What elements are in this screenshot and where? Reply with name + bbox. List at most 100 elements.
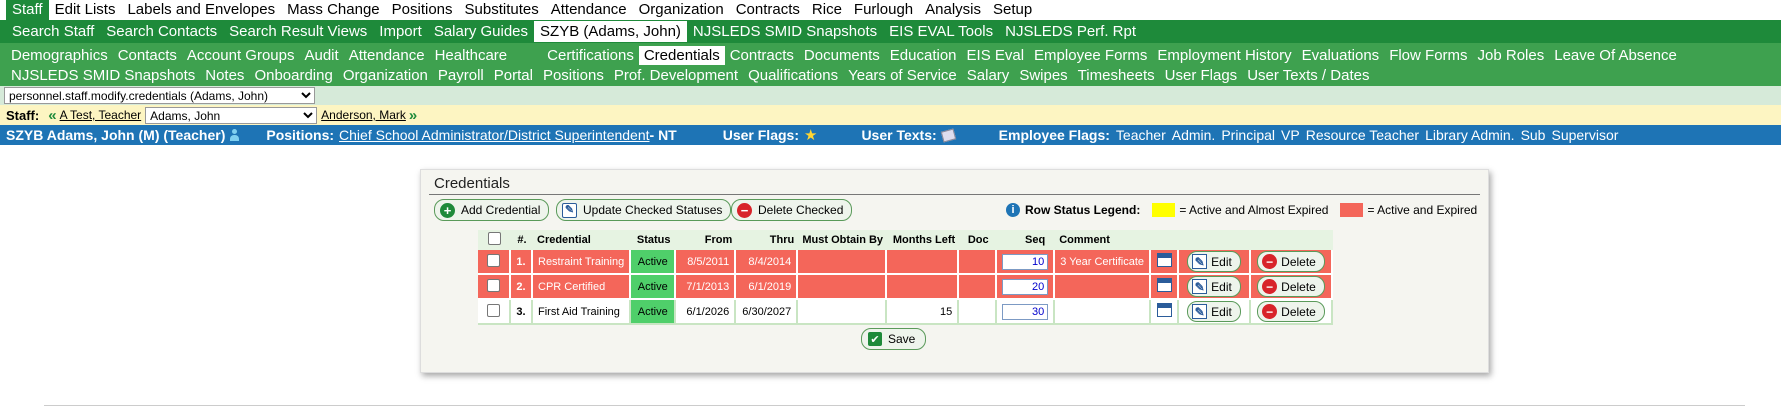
edit-button[interactable]: ✎ Edit [1187, 251, 1241, 272]
tab-payroll[interactable]: Payroll [433, 66, 489, 85]
tab-portal[interactable]: Portal [489, 66, 538, 85]
staff-select[interactable]: Adams, John [145, 106, 318, 124]
tab-education[interactable]: Education [885, 46, 962, 65]
tab-leave-of-absence[interactable]: Leave Of Absence [1549, 46, 1682, 65]
prev-staff-link[interactable]: A Test, Teacher [60, 108, 142, 122]
positions-link[interactable]: Chief School Administrator/District Supe… [339, 127, 649, 143]
tab-search-contacts[interactable]: Search Contacts [100, 21, 223, 42]
tab-certifications[interactable]: Certifications [542, 46, 639, 65]
staff-tabs: Search Staff Search Contacts Search Result… [0, 20, 1781, 43]
tab-eis-eval-tools[interactable]: EIS EVAL Tools [883, 21, 999, 42]
delete-button[interactable]: − Delete [1257, 276, 1325, 297]
plus-icon: + [440, 202, 455, 218]
tab-salary-guides[interactable]: Salary Guides [428, 21, 534, 42]
tab-search-staff[interactable]: Search Staff [6, 21, 100, 42]
calendar-icon[interactable] [1156, 278, 1172, 292]
tab-job-roles[interactable]: Job Roles [1473, 46, 1550, 65]
tab-onboarding[interactable]: Onboarding [249, 66, 337, 85]
legend-yellow-swatch [1152, 203, 1176, 217]
col-calendar [1151, 230, 1179, 250]
add-credential-button[interactable]: + Add Credential [434, 199, 550, 221]
record-tabs: Demographics Contacts Account Groups Audit A… [0, 43, 1781, 86]
tab-eis-eval[interactable]: EIS Eval [962, 46, 1030, 65]
tab-healthcare[interactable]: Healthcare [430, 46, 513, 65]
tab-credentials[interactable]: Credentials [638, 45, 725, 65]
tab-employee-forms[interactable]: Employee Forms [1029, 46, 1152, 65]
tab-contacts[interactable]: Contacts [113, 46, 182, 65]
prev-arrow-icon[interactable]: « [48, 107, 56, 124]
calendar-icon[interactable] [1156, 303, 1172, 317]
tab-positions[interactable]: Positions [538, 66, 609, 85]
row-checkbox[interactable] [487, 253, 500, 267]
menu-setup[interactable]: Setup [987, 0, 1038, 20]
menu-organization[interactable]: Organization [633, 0, 730, 20]
path-select[interactable]: personnel.staff.modify.credentials (Adam… [4, 87, 315, 104]
tab-evaluations[interactable]: Evaluations [1297, 46, 1385, 65]
menu-staff[interactable]: Staff [6, 0, 49, 20]
edit-button[interactable]: ✎ Edit [1187, 276, 1241, 297]
tab-demographics[interactable]: Demographics [6, 46, 113, 65]
add-credential-label: Add Credential [461, 203, 541, 217]
row-calendar-cell [1151, 250, 1179, 275]
delete-checked-button[interactable]: − Delete Checked [731, 199, 853, 221]
tab-qualifications[interactable]: Qualifications [743, 66, 843, 85]
row-seq-input[interactable]: 20 [1002, 278, 1049, 295]
next-arrow-icon[interactable]: » [409, 107, 417, 124]
save-button[interactable]: ✔ Save [861, 328, 927, 350]
menu-mass-change[interactable]: Mass Change [281, 0, 386, 20]
tab-njsleds-smid-snapshots[interactable]: NJSLEDS SMID Snapshots [687, 21, 883, 42]
menu-furlough[interactable]: Furlough [848, 0, 919, 20]
tab-employment-history[interactable]: Employment History [1152, 46, 1296, 65]
menu-edit-lists[interactable]: Edit Lists [49, 0, 122, 20]
delete-button[interactable]: − Delete [1257, 251, 1325, 272]
delete-button[interactable]: − Delete [1257, 301, 1325, 322]
menu-attendance[interactable]: Attendance [545, 0, 633, 20]
menu-analysis[interactable]: Analysis [919, 0, 987, 20]
tab-import[interactable]: Import [373, 21, 428, 42]
tab-years-of-service[interactable]: Years of Service [843, 66, 962, 85]
tab-audit[interactable]: Audit [299, 46, 343, 65]
note-icon[interactable] [940, 128, 956, 142]
row-seq-input[interactable]: 30 [1002, 303, 1049, 320]
tab-notes[interactable]: Notes [200, 66, 249, 85]
table-row: 3. First Aid Training Active 6/1/2026 6/30/2… [478, 300, 1333, 325]
menu-labels-and-envelopes[interactable]: Labels and Envelopes [121, 0, 281, 20]
delete-checked-label: Delete Checked [758, 203, 844, 217]
tab-search-result-views[interactable]: Search Result Views [223, 21, 373, 42]
row-must-obtain-by [798, 275, 888, 300]
tab-szyb-adams-john[interactable]: SZYB (Adams, John) [534, 21, 687, 42]
row-thru: 6/30/2027 [736, 300, 799, 325]
star-icon[interactable]: ★ [804, 126, 817, 144]
menu-positions[interactable]: Positions [386, 0, 459, 20]
tab-njsleds-smid-snapshots[interactable]: NJSLEDS SMID Snapshots [6, 66, 200, 85]
tab-njsleds-perf-rpt[interactable]: NJSLEDS Perf. Rpt [999, 21, 1142, 42]
edit-button[interactable]: ✎ Edit [1187, 301, 1241, 322]
tab-contracts[interactable]: Contracts [725, 46, 799, 65]
menu-contracts[interactable]: Contracts [730, 0, 806, 20]
tab-user-texts-dates[interactable]: User Texts / Dates [1242, 66, 1374, 85]
tab-prof-development[interactable]: Prof. Development [609, 66, 743, 85]
tab-attendance[interactable]: Attendance [344, 46, 430, 65]
next-staff-link[interactable]: Anderson, Mark [321, 108, 406, 122]
row-doc [959, 275, 998, 300]
select-all-checkbox[interactable] [488, 232, 501, 245]
calendar-icon[interactable] [1156, 253, 1172, 267]
row-checkbox[interactable] [487, 303, 500, 317]
tab-organization[interactable]: Organization [338, 66, 433, 85]
tab-timesheets[interactable]: Timesheets [1073, 66, 1160, 85]
menu-substitutes[interactable]: Substitutes [459, 0, 545, 20]
update-checked-statuses-button[interactable]: ✎ Update Checked Statuses [556, 199, 732, 221]
tab-salary[interactable]: Salary [962, 66, 1015, 85]
row-seq-input[interactable]: 10 [1002, 253, 1049, 270]
row-checkbox[interactable] [487, 278, 500, 292]
tab-documents[interactable]: Documents [799, 46, 885, 65]
save-label: Save [888, 332, 916, 346]
tab-account-groups[interactable]: Account Groups [182, 46, 300, 65]
tab-swipes[interactable]: Swipes [1014, 66, 1072, 85]
row-doc [959, 250, 998, 275]
tab-flow-forms[interactable]: Flow Forms [1384, 46, 1472, 65]
col-edit [1179, 230, 1251, 250]
employee-flag-admin: Admin. [1171, 127, 1216, 143]
menu-rice[interactable]: Rice [806, 0, 848, 20]
tab-user-flags[interactable]: User Flags [1160, 66, 1243, 85]
